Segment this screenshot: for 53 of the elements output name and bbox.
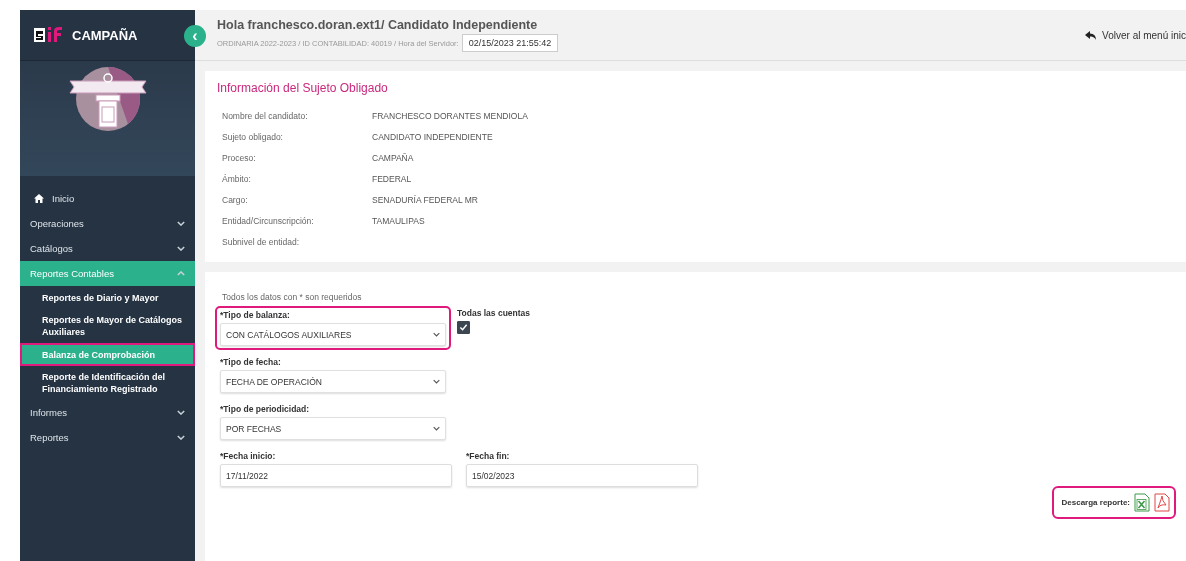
info-value: FRANCHESCO DORANTES MENDIOLA: [372, 110, 529, 121]
required-note: Todos los datos con * son requeridos: [221, 292, 363, 302]
server-time: 02/15/2023 21:55:42: [461, 34, 559, 52]
info-value: SENADURÍA FEDERAL MR: [372, 194, 479, 205]
info-label: Nombre del candidato:: [222, 110, 309, 121]
nav-subitem[interactable]: Reporte de Identificación del Financiamiento Registrado: [20, 366, 195, 400]
info-label: Ámbito:: [222, 173, 252, 184]
chevron-icon: [177, 435, 185, 440]
info-label: Cargo:: [222, 194, 249, 205]
reply-arrow-icon: [1085, 30, 1097, 40]
info-label: Subnivel de entidad:: [222, 236, 301, 247]
greeting-title: Hola franchesco.doran.ext1/ Candidato Independiente: [217, 18, 539, 32]
chevron-icon: [433, 379, 440, 384]
pdf-file-icon[interactable]: [1154, 493, 1170, 512]
field-label: *Fecha inicio:: [220, 451, 277, 461]
info-value: CANDIDATO INDEPENDIENTE: [372, 131, 494, 142]
chevron-icon: [433, 426, 440, 431]
nav-subitem[interactable]: Reportes de Mayor de Catálogos Auxiliares: [20, 309, 195, 343]
field-label: *Tipo de fecha:: [220, 357, 282, 367]
chevron-icon: [177, 246, 185, 251]
chevron-icon: [177, 221, 185, 226]
nav-section[interactable]: Operaciones: [20, 211, 195, 236]
select-field[interactable]: FECHA DE OPERACIÓN: [220, 370, 446, 393]
chevron-icon: [177, 410, 185, 415]
checkbox-label: Todas las cuentas: [457, 308, 531, 318]
nav-subitem[interactable]: Reportes de Diario y Mayor: [20, 286, 195, 309]
info-value: TAMAULIPAS: [372, 215, 426, 226]
info-label: Entidad/Circunscripción:: [222, 215, 315, 226]
info-label: Sujeto obligado:: [222, 131, 284, 142]
logo-text: CAMPAÑA: [72, 27, 138, 43]
download-label: Descarga reporte:: [1061, 498, 1130, 507]
info-value: FEDERAL: [372, 173, 413, 184]
select-field[interactable]: CON CATÁLOGOS AUXILIARES: [220, 323, 446, 346]
date-field[interactable]: 17/11/2022: [220, 464, 452, 487]
logo-icon: [34, 26, 64, 44]
excel-file-icon[interactable]: [1134, 493, 1150, 512]
field-label: *Tipo de balanza:: [220, 310, 291, 320]
date-field[interactable]: 15/02/2023: [466, 464, 698, 487]
nav-item[interactable]: Inicio: [20, 186, 195, 211]
field-label: *Tipo de periodicidad:: [220, 404, 311, 414]
nav-section[interactable]: Catálogos: [20, 236, 195, 261]
nav-section[interactable]: Informes: [20, 400, 195, 425]
nav-section[interactable]: Reportes: [20, 425, 195, 450]
select-field[interactable]: POR FECHAS: [220, 417, 446, 440]
section-title: Información del Sujeto Obligado: [217, 81, 389, 95]
info-value: CAMPAÑA: [372, 152, 415, 163]
chevron-icon: [433, 332, 440, 337]
checkbox[interactable]: [457, 321, 470, 334]
chevron-icon: [177, 271, 185, 276]
field-label: *Fecha fin:: [466, 451, 511, 461]
back-link[interactable]: Volver al menú inic: [1085, 29, 1186, 41]
home-icon: [34, 194, 44, 203]
info-label: Proceso:: [222, 152, 257, 163]
